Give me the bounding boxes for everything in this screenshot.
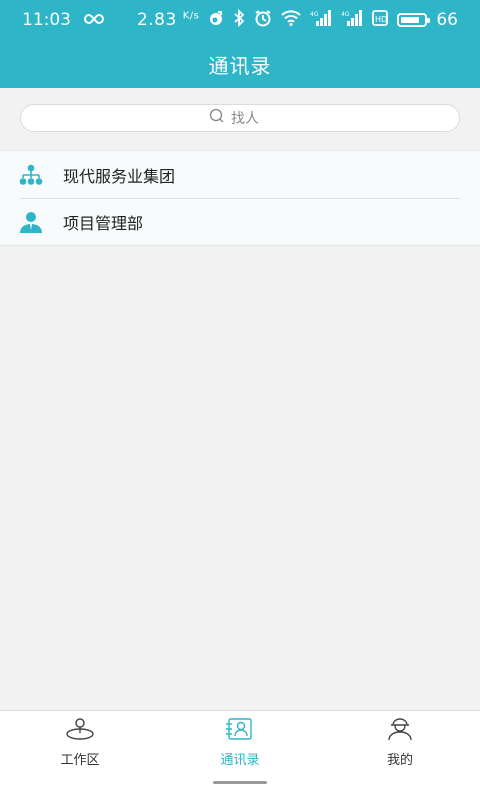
search-area (0, 88, 480, 150)
contacts-list: 现代服务业集团 项目管理部 (0, 150, 480, 246)
status-time: 11:03 (22, 10, 71, 30)
tab-mine[interactable]: 我的 (340, 717, 460, 768)
person-icon (19, 210, 43, 234)
location-pin-icon (65, 717, 95, 745)
bottom-navigation: 工作区 通讯录 我的 (0, 710, 480, 800)
battery-level: 66 (436, 10, 458, 30)
hd-icon: HD (372, 9, 389, 31)
status-bar: 11:03 2.83 K/s 4G 4G HD 66 (0, 0, 480, 40)
list-item[interactable]: 现代服务业集团 (0, 151, 480, 198)
bluetooth-icon (233, 8, 245, 32)
alarm-icon (254, 9, 272, 32)
tab-workspace[interactable]: 工作区 (20, 717, 140, 768)
tab-label: 通讯录 (220, 753, 260, 768)
home-indicator[interactable] (213, 781, 267, 784)
org-tree-icon (19, 163, 43, 187)
infinity-icon (83, 10, 105, 30)
signal-4g-icon: 4G (341, 9, 363, 31)
tab-label: 我的 (386, 753, 413, 768)
battery-icon (397, 13, 431, 27)
svg-text:4G: 4G (310, 11, 319, 18)
page-title: 通讯录 (208, 53, 272, 78)
svg-text:4G: 4G (341, 11, 350, 18)
list-item[interactable]: 项目管理部 (0, 198, 480, 245)
svg-text:HD: HD (375, 15, 387, 24)
wifi-icon (281, 9, 302, 31)
contacts-card-icon (225, 717, 255, 745)
tab-contacts[interactable]: 通讯录 (180, 717, 300, 768)
signal-4g-icon: 4G (310, 9, 332, 31)
title-bar: 通讯录 (0, 40, 480, 88)
tiktok-icon (208, 10, 224, 31)
network-speed: 2.83 K/s (136, 10, 200, 30)
user-profile-icon (385, 717, 415, 745)
list-item-label: 现代服务业集团 (63, 166, 176, 186)
list-item-label: 项目管理部 (63, 213, 144, 233)
search-input[interactable] (231, 110, 271, 126)
search-box[interactable] (20, 104, 460, 132)
tab-label: 工作区 (60, 753, 100, 768)
search-icon (209, 108, 225, 128)
